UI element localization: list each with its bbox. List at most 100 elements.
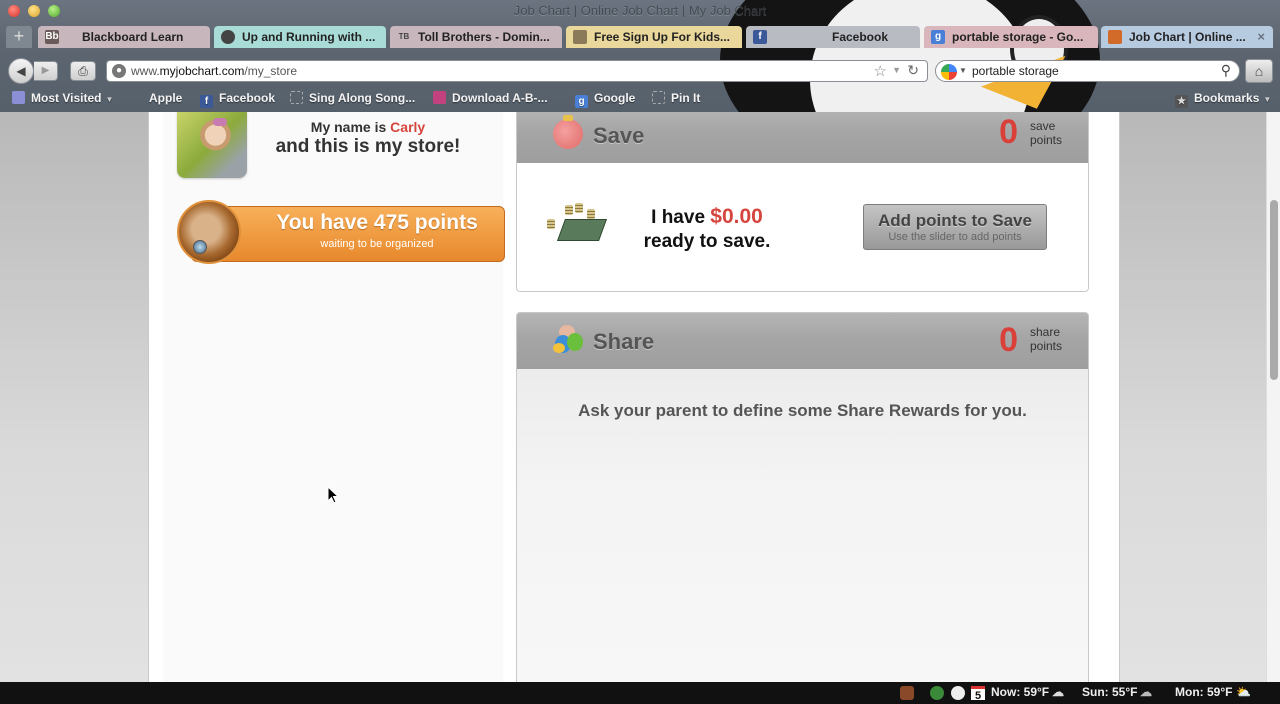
- tab-blackboard-learn[interactable]: Bb Blackboard Learn: [38, 26, 210, 48]
- download-icon: [433, 91, 446, 104]
- tab-portable-storage[interactable]: g portable storage - Go...: [924, 26, 1098, 48]
- points-title: You have 475 points: [276, 211, 478, 234]
- weather-mon[interactable]: Mon: 59°F: [1175, 685, 1232, 699]
- print-button[interactable]: ⎙: [70, 61, 96, 81]
- reload-icon[interactable]: ↻: [907, 62, 919, 79]
- status-green-icon[interactable]: [930, 686, 944, 700]
- share-points-count: 0: [999, 321, 1018, 359]
- home-icon: ⌂: [1254, 63, 1264, 79]
- save-points-label: save points: [1029, 119, 1062, 147]
- bookmark-download-abc[interactable]: Download A-B-...: [433, 91, 548, 105]
- bookmark-pin-it[interactable]: Pin It: [652, 91, 700, 105]
- ready-to-save-text: ready to save.: [643, 231, 771, 252]
- blackboard-icon: Bb: [45, 30, 59, 44]
- tab-label: Job Chart | Online ...: [1129, 30, 1246, 44]
- save-points-count: 0: [999, 113, 1018, 151]
- piggy-bank-icon: [553, 115, 583, 149]
- bookmark-apple[interactable]: Apple: [130, 91, 182, 105]
- history-buttons: ◀ ▶: [8, 58, 60, 84]
- save-amount: $0.00: [710, 205, 763, 228]
- add-points-to-save-button[interactable]: Add points to Save Use the slider to add…: [863, 204, 1047, 250]
- facebook-icon: f: [200, 95, 213, 108]
- back-arrow-icon: ◀: [16, 64, 26, 78]
- window-title: Job Chart | Online Job Chart | My Job Ch…: [513, 3, 767, 18]
- url-bar[interactable]: ● www.myjobchart.com/my_store ☆ ▼ ↻: [106, 60, 928, 82]
- tab-toll-brothers[interactable]: TB Toll Brothers - Domin...: [390, 26, 562, 48]
- forward-button[interactable]: ▶: [34, 61, 58, 81]
- chevron-down-icon[interactable]: ▼: [959, 66, 967, 75]
- vertical-scrollbar[interactable]: [1266, 112, 1280, 682]
- partly-sunny-icon: ⛅: [1236, 685, 1251, 699]
- page-container: My name is Carly and this is my store! Y…: [148, 112, 1120, 682]
- chevron-down-icon: ▼: [1263, 95, 1272, 104]
- tab-up-and-running[interactable]: Up and Running with ...: [214, 26, 386, 48]
- system-status-bar: 5 Now: 59°F ☁ Sun: 55°F ☁ Mon: 59°F ⛅: [0, 682, 1280, 704]
- search-bar[interactable]: ▼ portable storage ⚲: [935, 60, 1240, 82]
- scrollbar-thumb[interactable]: [1270, 200, 1278, 380]
- share-panel: Share 0 share points Ask your parent to d…: [516, 312, 1089, 682]
- globe-icon: ●: [112, 64, 126, 78]
- toll-brothers-icon: TB: [398, 32, 410, 41]
- kid-name: Carly: [390, 119, 426, 135]
- pin-icon: [652, 91, 665, 104]
- apple-icon: [130, 91, 143, 104]
- printer-icon: ⎙: [78, 64, 88, 78]
- facebook-icon: f: [753, 30, 767, 44]
- cloud-icon: ☁: [1052, 685, 1064, 699]
- clock-icon[interactable]: [951, 686, 965, 700]
- close-tab-icon[interactable]: ×: [1257, 26, 1265, 48]
- name-heading: My name is Carly: [310, 119, 426, 135]
- bookmark-facebook[interactable]: f Facebook: [200, 91, 275, 108]
- avatar: [177, 112, 247, 178]
- search-icon[interactable]: ⚲: [1221, 62, 1231, 79]
- tab-job-chart-active[interactable]: Job Chart | Online ... ×: [1101, 26, 1273, 48]
- share-title: Share: [593, 329, 655, 354]
- chevron-down-icon: ▼: [105, 95, 114, 104]
- button-hint: Use the slider to add points: [888, 231, 1022, 243]
- bookmark-most-visited[interactable]: Most Visited ▼: [12, 91, 113, 105]
- lynda-icon: [221, 30, 235, 44]
- bookmarks-toolbar: Most Visited ▼ Apple f Facebook Sing Along…: [0, 89, 1280, 109]
- browser-chrome: Job Chart | Online Job Chart | My Job Ch…: [0, 0, 1280, 112]
- hand-coin-icon: [177, 200, 241, 264]
- tab-label: Blackboard Learn: [82, 30, 184, 44]
- tab-free-sign-up[interactable]: Free Sign Up For Kids...: [566, 26, 742, 48]
- navigation-toolbar: ◀ ▶ ⎙ ● www.myjobchart.com/my_store ☆ ▼ …: [0, 56, 1280, 86]
- save-panel: Save 0 save points I have $0.00 ready to …: [516, 112, 1089, 292]
- search-input[interactable]: portable storage: [972, 64, 1059, 78]
- profile-column: My name is Carly and this is my store! Y…: [163, 112, 505, 682]
- button-label: Add points to Save: [878, 211, 1032, 230]
- tab-label: Free Sign Up For Kids...: [594, 30, 731, 44]
- money-icon: [547, 203, 608, 243]
- bookmarks-menu[interactable]: ★ Bookmarks ▼: [1175, 91, 1271, 108]
- app-status-icon[interactable]: [900, 686, 914, 700]
- save-title: Save: [593, 123, 645, 148]
- bookmark-star-icon[interactable]: ☆: [874, 62, 887, 80]
- tab-strip: + Bb Blackboard Learn Up and Running wit…: [0, 25, 1280, 49]
- weather-sun[interactable]: Sun: 55°F: [1082, 685, 1137, 699]
- save-amount-line: I have $0.00: [651, 205, 763, 228]
- calendar-icon[interactable]: 5: [971, 686, 985, 702]
- google-search-engine-icon[interactable]: [941, 64, 957, 80]
- home-button[interactable]: ⌂: [1245, 59, 1273, 83]
- page-icon: [290, 91, 303, 104]
- tab-label: portable storage - Go...: [952, 30, 1084, 44]
- tab-facebook[interactable]: f Facebook: [746, 26, 920, 48]
- tab-label: Toll Brothers - Domin...: [418, 30, 550, 44]
- forward-arrow-icon: ▶: [41, 65, 50, 76]
- new-tab-button[interactable]: +: [6, 26, 32, 48]
- url-text[interactable]: www.myjobchart.com/my_store: [131, 64, 297, 78]
- weather-now[interactable]: Now: 59°F: [991, 685, 1049, 699]
- tab-label: Up and Running with ...: [242, 30, 376, 44]
- save-panel-header: Save 0 save points: [517, 112, 1088, 163]
- back-button[interactable]: ◀: [8, 58, 34, 84]
- history-dropdown-icon[interactable]: ▼: [892, 65, 901, 75]
- web-page: My name is Carly and this is my store! Y…: [0, 112, 1280, 682]
- bookmark-sing-along[interactable]: Sing Along Song...: [290, 91, 415, 105]
- share-panel-header: Share 0 share points: [517, 313, 1088, 369]
- rain-cloud-icon: ☁: [1140, 685, 1152, 699]
- bookmark-google[interactable]: g Google: [575, 91, 635, 108]
- share-points-label: share points: [1029, 325, 1062, 353]
- share-rewards-message: Ask your parent to define some Share Rew…: [578, 401, 1027, 420]
- people-icon: [553, 325, 583, 355]
